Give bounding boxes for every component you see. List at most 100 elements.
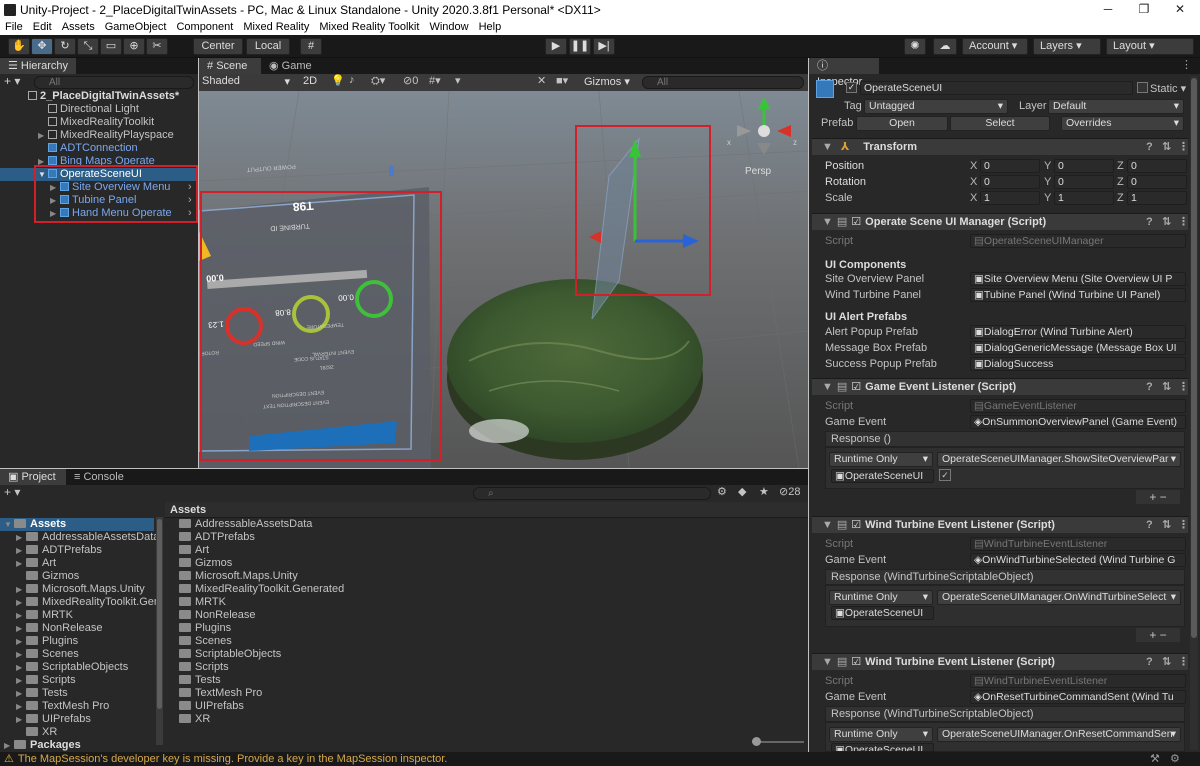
pivot-center-button[interactable]: Center bbox=[193, 38, 243, 55]
asset-folder[interactable]: UIPrefabs bbox=[179, 700, 479, 713]
services-icon[interactable]: ✺ bbox=[904, 38, 926, 55]
debug-icon[interactable]: ⚙ bbox=[1170, 752, 1180, 766]
tab-hierarchy[interactable]: ☰ Hierarchy bbox=[0, 58, 76, 74]
listener2-header[interactable]: ▼ ▤ ☑ Wind Turbine Event Listener (Script)?… bbox=[812, 516, 1189, 534]
menu-component[interactable]: Component bbox=[171, 21, 238, 33]
hierarchy-item-directional-light[interactable]: Directional Light bbox=[0, 103, 196, 116]
help-icon[interactable]: ? bbox=[1146, 517, 1153, 534]
listener3-header[interactable]: ▼ ▤ ☑ Wind Turbine Event Listener (Script)?… bbox=[812, 653, 1189, 671]
asset-folder[interactable]: MRTK bbox=[179, 596, 479, 609]
prefab-open-button[interactable]: Open bbox=[856, 116, 948, 131]
grid-snap-icon[interactable]: # bbox=[300, 38, 322, 55]
menu-assets[interactable]: Assets bbox=[57, 21, 100, 33]
listener2-game-event-field[interactable]: ◈OnWindTurbineSelected (Wind Turbine G bbox=[970, 553, 1186, 567]
asset-folder[interactable]: AddressableAssetsData bbox=[179, 518, 479, 531]
hierarchy-scene-root[interactable]: 2_PlaceDigitalTwinAssets* bbox=[0, 90, 196, 103]
hidden-objects-icon[interactable]: ⊘0 bbox=[403, 74, 418, 87]
hierarchy-item-adtconnection[interactable]: ADTConnection bbox=[0, 142, 196, 155]
tree-item[interactable]: ▶ MRTK bbox=[0, 609, 196, 622]
asset-folder[interactable]: ADTPrefabs bbox=[179, 531, 479, 544]
message-box-field[interactable]: ▣DialogGenericMessage (Message Box UI bbox=[970, 341, 1186, 355]
asset-folder[interactable]: Scripts bbox=[179, 661, 479, 674]
rotation-x[interactable]: 0 bbox=[980, 175, 1040, 189]
position-y[interactable]: 0 bbox=[1054, 159, 1114, 173]
create-asset-button[interactable]: + ▾ bbox=[4, 485, 20, 499]
transform-tool-icon[interactable]: ⊕ bbox=[123, 38, 145, 55]
static-label[interactable]: Static ▾ bbox=[1150, 82, 1186, 95]
help-icon[interactable]: ? bbox=[1146, 379, 1153, 396]
layout-dropdown[interactable]: Layout ▾ bbox=[1106, 38, 1194, 55]
asset-folder[interactable]: Plugins bbox=[179, 622, 479, 635]
scale-y[interactable]: 1 bbox=[1054, 191, 1114, 205]
tree-item[interactable]: ▶ AddressableAssetsData bbox=[0, 531, 196, 544]
effects-icon[interactable]: ⛭▾ bbox=[371, 74, 385, 88]
project-search-input[interactable]: ⌕ bbox=[473, 487, 711, 500]
context-menu-icon[interactable]: ⋮ bbox=[1178, 139, 1189, 156]
lighting-toggle-icon[interactable]: 💡 bbox=[331, 74, 345, 87]
asset-folder[interactable]: XR bbox=[179, 713, 479, 726]
preset-icon[interactable]: ⇅ bbox=[1162, 654, 1171, 671]
menu-gameobject[interactable]: GameObject bbox=[100, 21, 172, 33]
tree-item[interactable]: ▶ MixedRealityToolkit.Gen bbox=[0, 596, 196, 609]
tab-project[interactable]: ▣ Project bbox=[0, 469, 66, 485]
preset-icon[interactable]: ⇅ bbox=[1162, 517, 1171, 534]
object-name-field[interactable]: OperateSceneUI bbox=[860, 81, 1133, 95]
context-menu-icon[interactable]: ⋮ bbox=[1178, 517, 1189, 534]
tree-item[interactable]: ▶ TextMesh Pro bbox=[0, 700, 196, 713]
listener2-method-dropdown[interactable]: OperateSceneUIManager.OnWindTurbineSelec… bbox=[937, 590, 1181, 605]
asset-folder[interactable]: Gizmos bbox=[179, 557, 479, 570]
hidden-packages-count[interactable]: ⊘28 bbox=[779, 485, 800, 498]
active-checkbox[interactable]: ✓ bbox=[846, 82, 857, 93]
listener1-game-event-field[interactable]: ◈OnSummonOverviewPanel (Game Event) bbox=[970, 415, 1186, 429]
tab-inspector[interactable]: ⓘ Inspector bbox=[809, 58, 879, 88]
close-button[interactable]: ✕ bbox=[1162, 0, 1198, 19]
lock-icon[interactable]: ⋮ bbox=[1181, 58, 1192, 71]
tree-item[interactable]: ▶ Scenes bbox=[0, 648, 196, 661]
inspector-scrollbar[interactable] bbox=[1190, 76, 1198, 750]
preset-icon[interactable]: ⇅ bbox=[1162, 379, 1171, 396]
2d-toggle[interactable]: 2D bbox=[303, 75, 317, 87]
listener1-add-remove-buttons[interactable]: + − bbox=[1136, 490, 1180, 504]
help-icon[interactable]: ? bbox=[1146, 654, 1153, 671]
success-popup-field[interactable]: ▣DialogSuccess bbox=[970, 357, 1186, 371]
listener1-runtime-dropdown[interactable]: Runtime Only ▾ bbox=[829, 452, 933, 467]
icon-size-slider[interactable] bbox=[752, 737, 804, 746]
menu-mixed-reality[interactable]: Mixed Reality bbox=[238, 21, 314, 33]
context-menu-icon[interactable]: ⋮ bbox=[1178, 654, 1189, 671]
position-x[interactable]: 0 bbox=[980, 159, 1040, 173]
context-menu-icon[interactable]: ⋮ bbox=[1178, 379, 1189, 396]
grid-toggle-icon[interactable]: #▾ bbox=[429, 74, 441, 87]
listener1-header[interactable]: ▼ ▤ ☑ Game Event Listener (Script)? ⇅ ⋮ bbox=[812, 378, 1189, 396]
tab-scene[interactable]: # Scene bbox=[199, 58, 261, 74]
listener3-target-field[interactable]: ▣OperateSceneUI bbox=[831, 743, 934, 752]
hand-tool-icon[interactable]: ✋ bbox=[8, 38, 30, 55]
filter-type-icon[interactable]: ⚙ bbox=[717, 485, 727, 498]
account-dropdown[interactable]: Account ▾ bbox=[962, 38, 1028, 55]
asset-folder[interactable]: TextMesh Pro bbox=[179, 687, 479, 700]
scale-tool-icon[interactable]: ⤡ bbox=[77, 38, 99, 55]
alert-popup-field[interactable]: ▣DialogError (Wind Turbine Alert) bbox=[970, 325, 1186, 339]
menu-window[interactable]: Window bbox=[424, 21, 473, 33]
context-menu-icon[interactable]: ⋮ bbox=[1178, 214, 1189, 231]
tree-item[interactable]: ▶ Tests bbox=[0, 687, 196, 700]
listener1-method-dropdown[interactable]: OperateSceneUIManager.ShowSiteOverviewPa… bbox=[937, 452, 1181, 467]
asset-folder[interactable]: NonRelease bbox=[179, 609, 479, 622]
listener2-runtime-dropdown[interactable]: Runtime Only ▾ bbox=[829, 590, 933, 605]
camera-icon[interactable]: ■▾ bbox=[556, 74, 568, 87]
preset-icon[interactable]: ⇅ bbox=[1162, 214, 1171, 231]
tab-console[interactable]: ≡ Console bbox=[66, 469, 132, 485]
tag-dropdown[interactable]: Untagged ▾ bbox=[864, 99, 1008, 114]
help-icon[interactable]: ? bbox=[1146, 139, 1153, 156]
listener1-enabled-checkbox[interactable]: ☑ bbox=[851, 381, 861, 393]
more-icon[interactable]: ▾ bbox=[455, 74, 461, 87]
listener3-runtime-dropdown[interactable]: Runtime Only ▾ bbox=[829, 727, 933, 742]
listener1-target-field[interactable]: ▣OperateSceneUI bbox=[831, 469, 934, 483]
tree-item-packages[interactable]: ▶ Packages bbox=[0, 739, 154, 752]
wind-turbine-panel-field[interactable]: ▣Tubine Panel (Wind Turbine UI Panel) bbox=[970, 288, 1186, 302]
menu-mrtk[interactable]: Mixed Reality Toolkit bbox=[314, 21, 424, 33]
tree-item-assets[interactable]: ▼ Assets bbox=[0, 518, 154, 531]
prefab-overrides-dropdown[interactable]: Overrides ▾ bbox=[1061, 116, 1184, 131]
minimize-button[interactable]: ─ bbox=[1090, 0, 1126, 19]
hierarchy-item-mrtk[interactable]: MixedRealityToolkit bbox=[0, 116, 196, 129]
status-message[interactable]: The MapSession's developer key is missin… bbox=[18, 753, 447, 765]
